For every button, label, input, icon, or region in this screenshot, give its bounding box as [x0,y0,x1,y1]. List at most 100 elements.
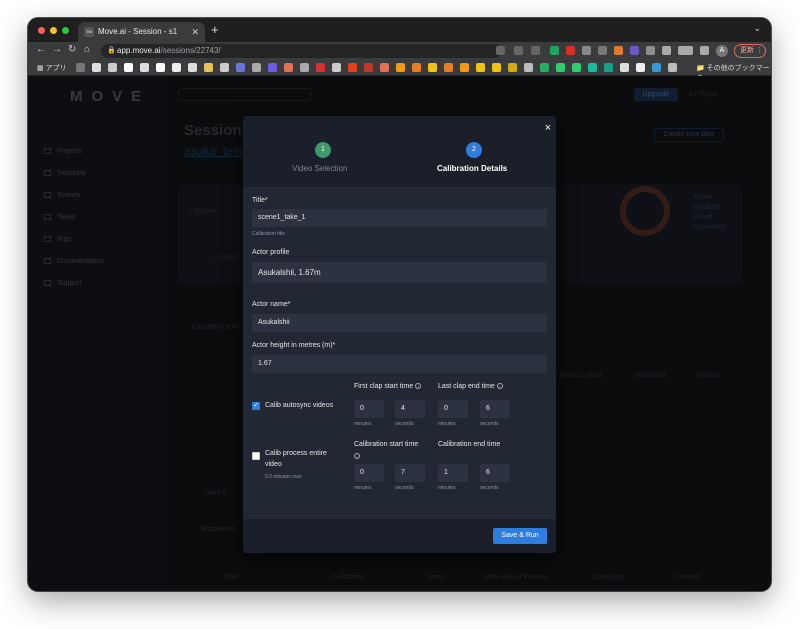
bookmark-icon[interactable] [220,63,229,72]
profile-avatar[interactable]: A [716,45,728,57]
bookmark-icon[interactable] [572,63,581,72]
actor-profile-select[interactable]: Asukalshii, 1.67m [252,262,547,283]
first-clap-seconds[interactable]: 4 [395,400,425,418]
first-clap-minutes[interactable]: 0 [354,400,384,418]
step-1-indicator[interactable]: 1 [315,142,331,158]
page-content: MOVE Projects Sessions Scenes Takes Rigs… [28,76,771,591]
bookmark-icon[interactable] [316,63,325,72]
actor-name-input[interactable]: Asukalshii [252,314,547,332]
extension-card-icon[interactable] [598,46,607,55]
browser-toolbar: ← → ↻ ⌂ 🔒 app.move.ai/sessions/22743/ A … [28,42,771,60]
autosync-checkbox[interactable]: ✓ [252,402,260,410]
bookmark-icon[interactable] [156,63,165,72]
bookmark-pinterest-icon[interactable] [364,63,373,72]
title-input[interactable]: scene1_take_1 [252,209,547,227]
bookmark-icon[interactable] [620,63,629,72]
info-icon[interactable]: i [354,453,360,459]
bookmark-icon[interactable] [124,63,133,72]
bookmark-icon[interactable] [140,63,149,72]
bookmark-icon[interactable] [540,63,549,72]
bookmark-icon[interactable] [556,63,565,72]
bookmark-icon[interactable] [652,63,661,72]
bookmark-icon[interactable] [524,63,533,72]
unit-minutes: minutes [438,485,456,491]
extension-gray-icon[interactable] [582,46,591,55]
bookmark-icon[interactable] [476,63,485,72]
bookmark-icon[interactable] [300,63,309,72]
bookmark-icon[interactable] [380,63,389,72]
reload-icon[interactable]: ↻ [68,44,76,55]
bookmark-icon[interactable] [252,63,261,72]
maximize-window-button[interactable] [62,27,69,34]
extension-check-icon[interactable] [550,46,559,55]
bookmark-icon[interactable] [236,63,245,72]
calib-end-seconds[interactable]: 6 [480,464,510,482]
bookmark-icon[interactable] [332,63,341,72]
bookmark-icon[interactable] [668,63,677,72]
step-2-indicator[interactable]: 2 [466,142,482,158]
close-icon[interactable]: × [545,122,551,134]
bookmark-github-icon[interactable] [92,63,101,72]
bookmark-icon[interactable] [396,63,405,72]
bookmark-icon[interactable] [76,63,85,72]
save-and-run-button[interactable]: Save & Run [493,528,547,544]
tab-close-icon[interactable]: ✕ [191,22,199,42]
sidebar-icon[interactable] [700,46,709,55]
share-icon[interactable] [514,46,523,55]
bookmark-icon[interactable] [172,63,181,72]
update-button[interactable]: 更新 ⋮ [734,44,766,58]
last-clap-seconds[interactable]: 6 [480,400,510,418]
bookmark-icon[interactable] [204,63,213,72]
process-entire-checkbox[interactable] [252,452,260,460]
address-bar[interactable]: 🔒 app.move.ai/sessions/22743/ [101,44,501,58]
back-icon[interactable]: ← [36,44,46,55]
calib-start-seconds[interactable]: 7 [395,464,425,482]
modal-stepper: × 1 Video Selection 2 Calibration Detail… [243,116,556,187]
bookmark-youtube-icon[interactable] [348,63,357,72]
last-clap-minutes[interactable]: 0 [438,400,468,418]
download-icon[interactable] [684,46,693,55]
bookmark-icon[interactable] [508,63,517,72]
bookmark-icon[interactable] [636,63,645,72]
bookmark-apps-label: アプリ [45,65,67,72]
bookmark-icon[interactable] [588,63,597,72]
calib-start-minutes[interactable]: 0 [354,464,384,482]
step-1-label[interactable]: Video Selection [292,164,347,173]
bookmark-icon[interactable] [284,63,293,72]
bookmark-icon[interactable] [412,63,421,72]
process-entire-label[interactable]: Calib process entire video [265,448,333,470]
new-tab-icon[interactable]: + [211,23,219,37]
step-2-label[interactable]: Calibration Details [437,164,507,173]
bookmark-icon[interactable] [188,63,197,72]
actor-height-label: Actor height in metres (m)* [252,342,336,349]
forward-icon[interactable]: → [52,44,62,55]
bookmark-star-icon[interactable] [531,46,540,55]
bookmark-apps[interactable]: ▦ アプリ [37,63,67,73]
tab-title: Move.ai - Session - s1 [98,27,178,36]
bookmark-icon[interactable] [604,63,613,72]
bookmark-icon[interactable] [428,63,437,72]
minimize-window-button[interactable] [50,27,57,34]
bookmark-icon[interactable] [268,63,277,72]
extension-fox-icon[interactable] [614,46,623,55]
autosync-label[interactable]: Calib autosync videos [265,400,333,411]
bookmark-icon[interactable] [444,63,453,72]
bookmark-icon[interactable] [492,63,501,72]
bookmark-icon[interactable] [460,63,469,72]
bookmark-google-icon[interactable] [108,63,117,72]
home-icon[interactable]: ⌂ [84,44,90,55]
translate-icon[interactable] [496,46,505,55]
info-icon[interactable]: i [415,383,422,389]
extension-red-icon[interactable] [566,46,575,55]
actor-height-input[interactable]: 1.67 [252,355,547,373]
extensions-puzzle-icon[interactable] [662,46,671,55]
info-icon[interactable]: i [496,383,503,389]
calib-end-minutes[interactable]: 1 [438,464,468,482]
extension-color-icon[interactable] [630,46,639,55]
tab-search-chevron-icon[interactable]: ⌄ [753,23,761,34]
close-window-button[interactable] [38,27,45,34]
title-help: Calibration title [252,231,286,237]
extension-gear-icon[interactable] [646,46,655,55]
browser-tab[interactable]: TM Move.ai - Session - s1 ✕ [78,22,205,42]
actor-profile-label: Actor profile [252,249,290,256]
